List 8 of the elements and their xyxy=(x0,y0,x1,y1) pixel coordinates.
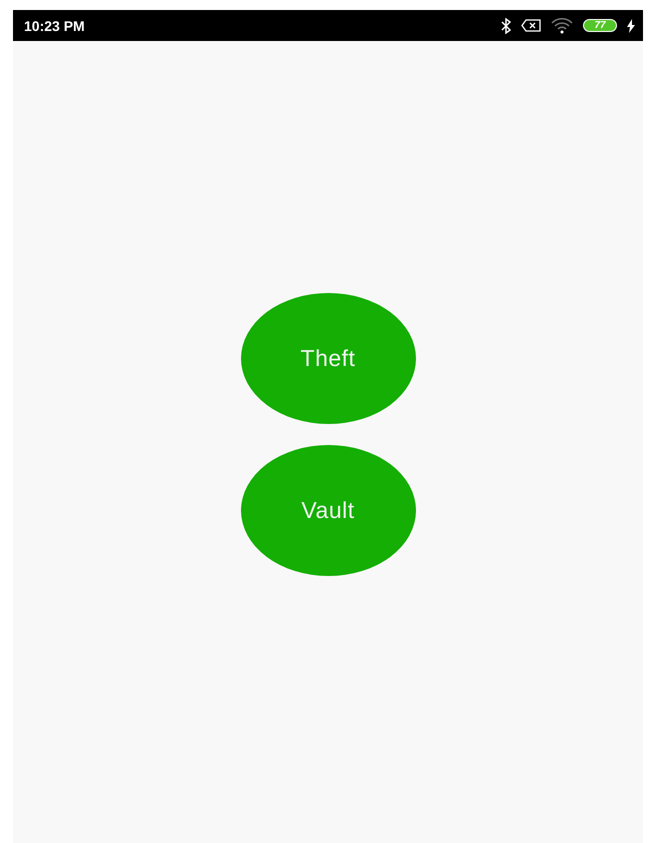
oval-button[interactable]: Theft xyxy=(240,293,416,424)
wifi-icon xyxy=(551,18,573,34)
charging-icon xyxy=(627,18,635,32)
battery-icon: 77 xyxy=(583,19,617,32)
clock-time: 10:23 PM xyxy=(24,18,85,34)
oval-button[interactable]: Vault xyxy=(240,445,416,576)
no-sim-icon xyxy=(521,19,541,32)
bluetooth-icon xyxy=(501,18,511,34)
